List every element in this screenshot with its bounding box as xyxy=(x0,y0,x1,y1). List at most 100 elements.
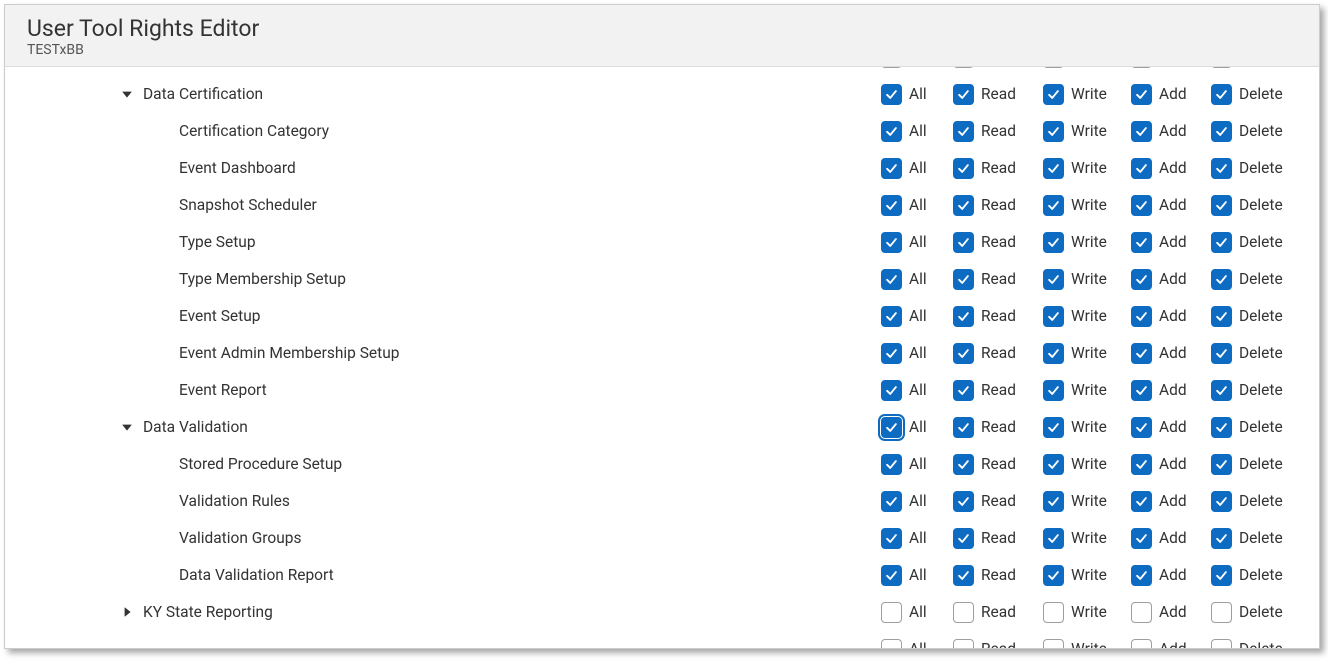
read-checkbox[interactable] xyxy=(953,417,974,438)
add-checkbox[interactable] xyxy=(1131,269,1152,290)
write-checkbox[interactable] xyxy=(1043,528,1064,549)
tree-item-label[interactable]: Event Dashboard xyxy=(179,159,296,177)
expand-collapse-icon[interactable] xyxy=(117,88,137,100)
add-checkbox[interactable] xyxy=(1131,195,1152,216)
tree-item-label[interactable]: Snapshot Scheduler xyxy=(179,196,317,214)
tree-item-label[interactable]: Data Validation Report xyxy=(179,566,334,584)
write-checkbox[interactable] xyxy=(1043,565,1064,586)
read-checkbox[interactable] xyxy=(953,491,974,512)
tree-item-label[interactable]: KY State Reporting xyxy=(143,603,273,621)
add-checkbox[interactable] xyxy=(1131,343,1152,364)
tree-item-label[interactable]: Type Membership Setup xyxy=(179,270,346,288)
write-checkbox[interactable] xyxy=(1043,491,1064,512)
read-checkbox[interactable] xyxy=(953,84,974,105)
delete-checkbox[interactable] xyxy=(1211,84,1232,105)
read-checkbox[interactable] xyxy=(953,639,974,648)
read-checkbox[interactable] xyxy=(953,269,974,290)
read-checkbox[interactable] xyxy=(953,343,974,364)
expand-collapse-icon[interactable] xyxy=(117,606,137,618)
tree-item-label[interactable]: Validation Groups xyxy=(179,529,302,547)
delete-checkbox[interactable] xyxy=(1211,639,1232,648)
write-checkbox[interactable] xyxy=(1043,269,1064,290)
tree-item-label[interactable]: Event Setup xyxy=(179,307,260,325)
add-checkbox[interactable] xyxy=(1131,491,1152,512)
read-checkbox[interactable] xyxy=(953,306,974,327)
delete-checkbox[interactable] xyxy=(1211,195,1232,216)
delete-checkbox[interactable] xyxy=(1211,454,1232,475)
read-checkbox[interactable] xyxy=(953,602,974,623)
delete-checkbox[interactable] xyxy=(1211,269,1232,290)
delete-checkbox[interactable] xyxy=(1211,67,1232,68)
all-checkbox[interactable] xyxy=(881,491,902,512)
delete-checkbox[interactable] xyxy=(1211,232,1232,253)
tree-item-label[interactable]: Certification Category xyxy=(179,122,329,140)
all-checkbox[interactable] xyxy=(881,417,902,438)
read-checkbox[interactable] xyxy=(953,528,974,549)
write-checkbox[interactable] xyxy=(1043,380,1064,401)
write-checkbox[interactable] xyxy=(1043,121,1064,142)
tree-item-label[interactable]: Event Report xyxy=(179,381,267,399)
add-checkbox[interactable] xyxy=(1131,306,1152,327)
write-checkbox[interactable] xyxy=(1043,84,1064,105)
write-checkbox[interactable] xyxy=(1043,417,1064,438)
add-checkbox[interactable] xyxy=(1131,454,1152,475)
all-checkbox[interactable] xyxy=(881,232,902,253)
add-checkbox[interactable] xyxy=(1131,602,1152,623)
tree-item-label[interactable]: Type Setup xyxy=(179,233,256,251)
all-checkbox[interactable] xyxy=(881,195,902,216)
all-checkbox[interactable] xyxy=(881,84,902,105)
add-checkbox[interactable] xyxy=(1131,565,1152,586)
read-checkbox[interactable] xyxy=(953,232,974,253)
read-checkbox[interactable] xyxy=(953,454,974,475)
add-checkbox[interactable] xyxy=(1131,67,1152,68)
read-checkbox[interactable] xyxy=(953,565,974,586)
tree-item-label[interactable]: Validation Rules xyxy=(179,492,290,510)
add-checkbox[interactable] xyxy=(1131,121,1152,142)
delete-checkbox[interactable] xyxy=(1211,121,1232,142)
read-checkbox[interactable] xyxy=(953,121,974,142)
read-checkbox[interactable] xyxy=(953,380,974,401)
all-checkbox[interactable] xyxy=(881,380,902,401)
tree-item-label[interactable]: Data Certification xyxy=(143,85,263,103)
all-checkbox[interactable] xyxy=(881,454,902,475)
write-checkbox[interactable] xyxy=(1043,602,1064,623)
add-checkbox[interactable] xyxy=(1131,528,1152,549)
tree-item-label[interactable]: Event Admin Membership Setup xyxy=(179,344,399,362)
add-checkbox[interactable] xyxy=(1131,639,1152,648)
delete-checkbox[interactable] xyxy=(1211,491,1232,512)
all-checkbox[interactable] xyxy=(881,528,902,549)
delete-checkbox[interactable] xyxy=(1211,417,1232,438)
expand-collapse-icon[interactable] xyxy=(117,421,137,433)
write-checkbox[interactable] xyxy=(1043,158,1064,179)
delete-checkbox[interactable] xyxy=(1211,565,1232,586)
all-checkbox[interactable] xyxy=(881,343,902,364)
all-checkbox[interactable] xyxy=(881,121,902,142)
add-checkbox[interactable] xyxy=(1131,380,1152,401)
add-checkbox[interactable] xyxy=(1131,84,1152,105)
write-checkbox[interactable] xyxy=(1043,306,1064,327)
write-checkbox[interactable] xyxy=(1043,343,1064,364)
all-checkbox[interactable] xyxy=(881,158,902,179)
add-checkbox[interactable] xyxy=(1131,417,1152,438)
read-checkbox[interactable] xyxy=(953,158,974,179)
delete-checkbox[interactable] xyxy=(1211,343,1232,364)
write-checkbox[interactable] xyxy=(1043,67,1064,68)
all-checkbox[interactable] xyxy=(881,306,902,327)
read-checkbox[interactable] xyxy=(953,67,974,68)
all-checkbox[interactable] xyxy=(881,639,902,648)
add-checkbox[interactable] xyxy=(1131,232,1152,253)
delete-checkbox[interactable] xyxy=(1211,158,1232,179)
all-checkbox[interactable] xyxy=(881,67,902,68)
add-checkbox[interactable] xyxy=(1131,158,1152,179)
all-checkbox[interactable] xyxy=(881,269,902,290)
tree-item-label[interactable]: Stored Procedure Setup xyxy=(179,455,342,473)
read-checkbox[interactable] xyxy=(953,195,974,216)
write-checkbox[interactable] xyxy=(1043,195,1064,216)
all-checkbox[interactable] xyxy=(881,565,902,586)
delete-checkbox[interactable] xyxy=(1211,380,1232,401)
delete-checkbox[interactable] xyxy=(1211,306,1232,327)
delete-checkbox[interactable] xyxy=(1211,602,1232,623)
tree-item-label[interactable]: Data Validation xyxy=(143,418,248,436)
delete-checkbox[interactable] xyxy=(1211,528,1232,549)
write-checkbox[interactable] xyxy=(1043,454,1064,475)
